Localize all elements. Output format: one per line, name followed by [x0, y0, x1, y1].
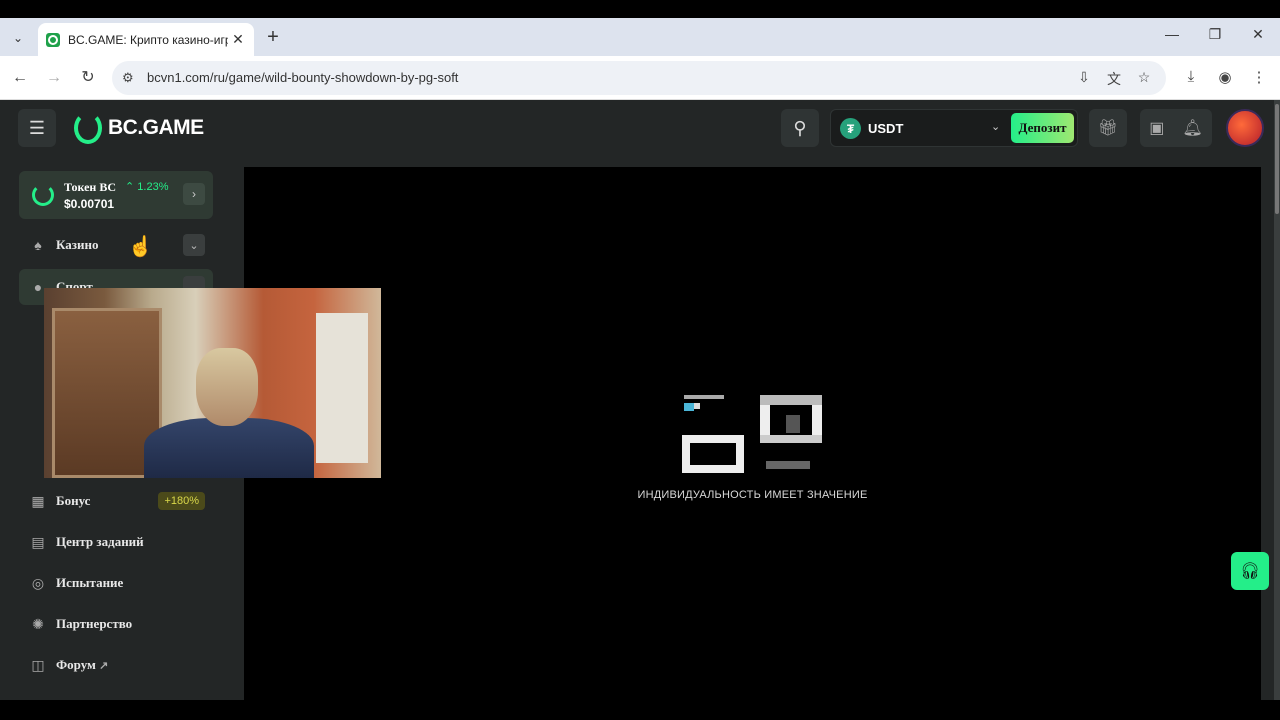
token-change-value: 1.23% — [137, 181, 169, 193]
target-icon: ◎ — [31, 575, 45, 591]
usdt-icon: ₮ — [840, 118, 861, 139]
game-frame[interactable]: ИНДИВИДУАЛЬНОСТЬ ИМЕЕТ ЗНАЧЕНИЕ — [244, 167, 1261, 720]
reload-icon[interactable]: ↻ — [76, 66, 100, 90]
chevron-down-icon[interactable]: ⌄ — [183, 234, 205, 256]
bell-icon[interactable]: 🔔︎ — [1182, 118, 1202, 138]
install-app-icon[interactable]: ⇩ — [1074, 69, 1094, 86]
bc-token-icon — [32, 184, 54, 206]
sidebar-item-forum[interactable]: ◫ Форум ↗ — [19, 647, 213, 683]
bcgame-logo-icon — [74, 112, 102, 144]
sidebar-item-challenge[interactable]: ◎ Испытание — [19, 565, 213, 601]
sidebar-item-partnership[interactable]: ✺ Партнерство — [19, 606, 213, 642]
avatar[interactable] — [1226, 109, 1264, 147]
tab-search-chevron-icon[interactable]: ⌄ — [6, 26, 30, 50]
sidebar-toggle-icon[interactable]: ☰ — [18, 109, 56, 147]
token-change: ⌃ 1.23% — [125, 181, 169, 193]
sidebar-item-bonus[interactable]: ▦ Бонус +180% — [19, 483, 213, 519]
webcam-window — [316, 313, 368, 463]
webcam-person-body — [144, 418, 314, 478]
scrollbar-thumb[interactable] — [1275, 104, 1279, 214]
deposit-button[interactable]: Депозит — [1011, 113, 1074, 143]
minimize-button[interactable]: — — [1157, 26, 1187, 42]
webcam-overlay — [44, 288, 381, 478]
sidebar-item-label: Испытание — [56, 575, 124, 590]
book-icon: ▤ — [31, 534, 45, 550]
sidebar-item-label: Бонус — [56, 493, 91, 508]
external-link-icon: ↗ — [99, 660, 109, 672]
close-window-button[interactable]: ✕ — [1243, 26, 1273, 43]
chat-notifications-group: ▣ 🔔︎ — [1140, 109, 1212, 147]
site-settings-icon[interactable]: ⚙ — [122, 70, 134, 86]
support-headset-icon[interactable]: 🎧︎ — [1231, 552, 1269, 590]
token-name: Токен BC — [64, 180, 116, 194]
mouse-cursor-icon: ☝ — [128, 236, 153, 258]
forward-arrow-icon[interactable]: → — [42, 66, 66, 90]
sidebar-item-label: Форум ↗ — [56, 657, 108, 673]
token-price: $0.00701 — [64, 197, 115, 211]
bcgame-site: ☰ BC.GAME ⚲ ₮ USDT ⌄ Депозит 🎁︎ ▣ 🔔︎ Ток… — [0, 100, 1280, 720]
bcgame-favicon-icon — [46, 32, 60, 47]
sidebar-item-casino[interactable]: ♠ Казино ⌄ — [19, 227, 213, 263]
browser-menu-icon[interactable]: ⋮ — [1248, 68, 1270, 86]
token-bc-card[interactable]: Токен BC ⌃ 1.23% $0.00701 › — [19, 171, 213, 219]
partnership-icon: ✺ — [32, 616, 44, 632]
screen-bottom-border — [0, 700, 1280, 720]
currency-label: USDT — [868, 121, 904, 136]
screen-top-border — [0, 0, 1280, 18]
gift-icon[interactable]: 🎁︎ — [1089, 109, 1127, 147]
webcam-person — [144, 348, 314, 478]
restore-button[interactable]: ❐ — [1200, 26, 1230, 43]
page-scrollbar[interactable] — [1274, 100, 1280, 720]
sidebar-item-label: Партнерство — [56, 616, 133, 631]
site-header: ☰ BC.GAME ⚲ ₮ USDT ⌄ Депозит 🎁︎ ▣ 🔔︎ — [0, 100, 1274, 156]
chat-icon[interactable]: ▣ — [1149, 118, 1164, 138]
browser-toolbar: ← → ↻ ⚙ bcvn1.com/ru/game/wild-bounty-sh… — [0, 56, 1280, 100]
search-icon[interactable]: ⚲ — [781, 109, 819, 147]
translate-icon[interactable]: 文 — [1104, 69, 1124, 89]
back-arrow-icon[interactable]: ← — [8, 66, 32, 90]
pg-soft-logo — [682, 395, 822, 473]
downloads-icon[interactable]: ⤓ — [1180, 68, 1202, 85]
logo-text: BC.GAME — [108, 116, 204, 139]
forum-label: Форум — [56, 657, 96, 672]
chevron-down-icon[interactable]: ⌄ — [991, 120, 1000, 133]
url-text[interactable]: bcvn1.com/ru/game/wild-bounty-showdown-b… — [147, 70, 458, 85]
profile-icon[interactable]: ◉ — [1214, 68, 1236, 86]
bcgame-logo[interactable]: BC.GAME — [74, 112, 204, 144]
wallet-selector[interactable]: ₮ USDT ⌄ Депозит — [830, 109, 1078, 147]
sidebar-item-label: Казино — [56, 237, 99, 252]
webcam-person-head — [196, 348, 258, 426]
tab-close-icon[interactable]: ✕ — [230, 31, 246, 48]
forum-icon: ◫ — [31, 657, 45, 673]
address-bar[interactable]: ⚙ bcvn1.com/ru/game/wild-bounty-showdown… — [112, 61, 1166, 95]
tab-title: BC.GAME: Крипто казино-игры — [68, 32, 228, 47]
browser-tab-strip: ⌄ BC.GAME: Крипто казино-игры ✕ + — ❐ ✕ — [0, 18, 1280, 56]
gift-icon: ▦ — [31, 493, 45, 509]
sidebar-item-task-center[interactable]: ▤ Центр заданий — [19, 524, 213, 560]
bookmark-star-icon[interactable]: ☆ — [1134, 69, 1154, 86]
loading-tagline: ИНДИВИДУАЛЬНОСТЬ ИМЕЕТ ЗНАЧЕНИЕ — [637, 489, 868, 501]
bonus-badge: +180% — [158, 492, 205, 510]
sidebar-item-label: Центр заданий — [56, 534, 144, 549]
browser-tab[interactable]: BC.GAME: Крипто казино-игры ✕ — [38, 23, 254, 56]
cards-icon: ♠ — [34, 237, 42, 253]
new-tab-button[interactable]: + — [262, 27, 284, 47]
chevron-right-icon[interactable]: › — [183, 183, 205, 205]
